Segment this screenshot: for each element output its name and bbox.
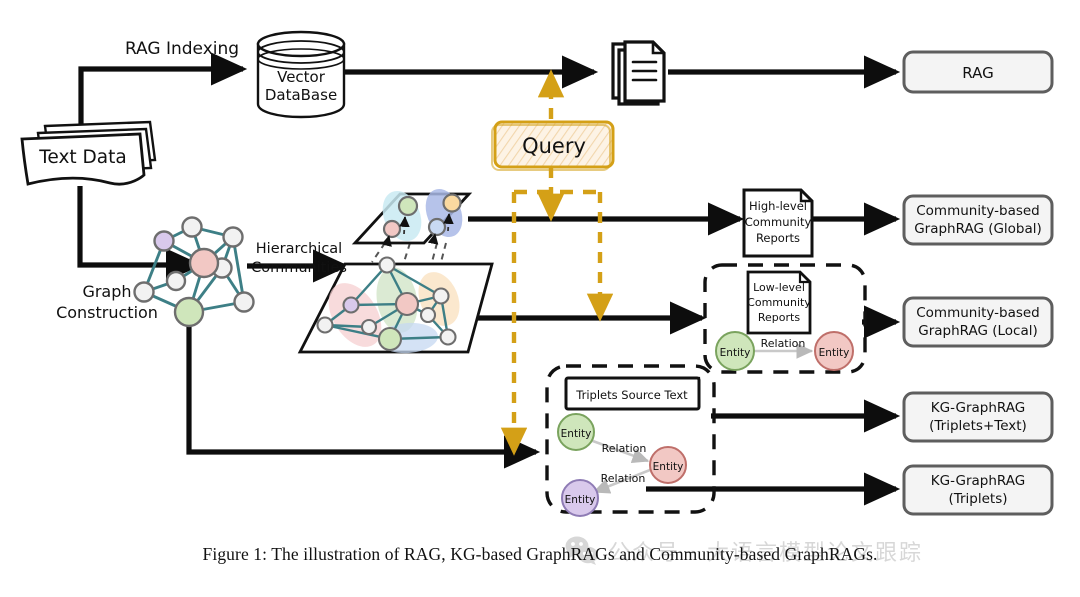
high-level-line1: High-level bbox=[749, 199, 807, 213]
hierarchical-line1: Hierarchical bbox=[256, 241, 342, 257]
high-level-line3: Reports bbox=[756, 231, 800, 245]
relation-label-local: Relation bbox=[761, 337, 806, 350]
high-level-reports-doc: High-level Community Reports bbox=[742, 188, 814, 258]
output-box-community-local[interactable]: Community-based GraphRAG (Local) bbox=[902, 296, 1054, 348]
output-kgtt-line1: KG-GraphRAG bbox=[931, 400, 1025, 416]
text-data-node: Text Data bbox=[20, 120, 157, 186]
figure-caption: Figure 1: The illustration of RAG, KG-ba… bbox=[202, 544, 878, 564]
output-global-line1: Community-based bbox=[916, 203, 1040, 219]
relation-label-2: Relation bbox=[601, 472, 646, 485]
rag-indexing-label: RAG Indexing bbox=[125, 39, 239, 59]
vector-db-line2: DataBase bbox=[265, 86, 337, 104]
entity-label-green-local: Entity bbox=[720, 347, 751, 359]
query-box[interactable]: Query bbox=[491, 120, 615, 171]
entity-label-red-local: Entity bbox=[819, 347, 850, 359]
output-box-kg-triplets-text[interactable]: KG-GraphRAG (Triplets+Text) bbox=[902, 391, 1054, 443]
relation-label-1: Relation bbox=[602, 442, 647, 455]
output-local-line1: Community-based bbox=[916, 305, 1040, 321]
low-level-group: Low-level Community Reports Entity Entit… bbox=[703, 263, 867, 374]
output-box-rag[interactable]: RAG bbox=[902, 50, 1054, 94]
text-data-label: Text Data bbox=[38, 147, 126, 168]
diagram-svg: Text Data Vector DataBase Query High-lev… bbox=[20, 30, 1054, 517]
entity-label-green-triplet: Entity bbox=[561, 428, 592, 440]
output-box-community-global[interactable]: Community-based GraphRAG (Global) bbox=[902, 194, 1054, 246]
triplets-group: Triplets Source Text Entity Entity Entit… bbox=[545, 364, 716, 517]
vector-database-node: Vector DataBase bbox=[256, 30, 346, 119]
entity-label-red-triplet: Entity bbox=[653, 461, 684, 473]
figure-canvas: Text Data Vector DataBase Query High-lev… bbox=[0, 0, 1080, 597]
upper-community-plane bbox=[351, 188, 473, 247]
graph-construction-line2: Construction bbox=[56, 303, 158, 322]
vector-db-line1: Vector bbox=[277, 68, 326, 86]
output-box-kg-triplets[interactable]: KG-GraphRAG (Triplets) bbox=[902, 464, 1054, 516]
output-kgt-line2: (Triplets) bbox=[948, 491, 1007, 507]
query-label: Query bbox=[522, 134, 586, 158]
low-level-line3: Reports bbox=[758, 311, 800, 324]
graph-construction-line1: Graph bbox=[82, 282, 131, 301]
entity-label-purple-triplet: Entity bbox=[565, 494, 596, 506]
low-level-line2: Community bbox=[747, 296, 811, 309]
documents-stack-icon bbox=[611, 40, 666, 106]
output-kgtt-line2: (Triplets+Text) bbox=[929, 418, 1027, 434]
low-level-line1: Low-level bbox=[753, 281, 805, 294]
arrow-text-to-graph bbox=[77, 186, 203, 282]
output-local-line2: GraphRAG (Local) bbox=[918, 323, 1038, 339]
high-level-line2: Community bbox=[745, 215, 812, 229]
triplets-source-text-label: Triplets Source Text bbox=[575, 388, 688, 402]
output-global-line2: GraphRAG (Global) bbox=[914, 221, 1042, 237]
hierarchical-line2: Communities bbox=[251, 260, 347, 276]
output-rag-line1: RAG bbox=[962, 64, 993, 82]
output-kgt-line1: KG-GraphRAG bbox=[931, 473, 1025, 489]
